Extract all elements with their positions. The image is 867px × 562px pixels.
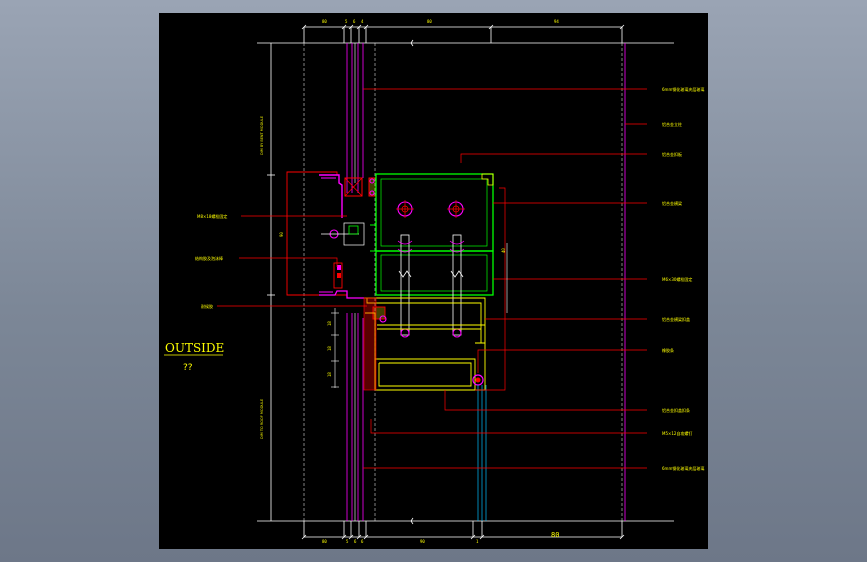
top-dimension-chain (257, 26, 674, 538)
dim-left-frame: 90 (279, 232, 284, 237)
left-small-dims (331, 308, 339, 388)
callout-cover-plate: 铝合金扣板 (662, 151, 682, 157)
dim-bottom-4: 6 (361, 539, 364, 544)
callout-weather-sealant: 耐候胶 (201, 303, 213, 309)
dim-top-2: 5 (345, 19, 348, 24)
outside-label: OUTSIDE (165, 341, 224, 355)
edge-seal (363, 297, 377, 391)
anchor-bolt (321, 222, 365, 246)
dim-bottom-3: 6 (354, 539, 357, 544)
dim-left-2: 18 (327, 346, 332, 351)
dim-bottom-6: 1 (476, 539, 479, 544)
screw-bosses (396, 200, 465, 218)
left-vertical-dimension (267, 43, 275, 521)
callout-structural-sealant: 结构胶及泡沫棒 (195, 255, 223, 261)
drain-lines (477, 385, 487, 521)
dim-bottom-5: 90 (420, 539, 425, 544)
right-callouts: 6mm钢化玻璃夹层玻璃 铝合金立柱 铝合金扣板 铝合金横梁 M6×30螺栓固定 … (662, 86, 704, 471)
outside-sublabel: ?? (183, 363, 193, 373)
callout-m8-bolt: M8×18螺栓固定 (197, 213, 227, 219)
callout-glass-bottom: 6mm钢化玻璃夹层玻璃 (662, 465, 704, 471)
callout-cap-strip: 铝合金扣盖扣条 (662, 407, 690, 413)
dim-top-4: 4 (361, 19, 364, 24)
mullion-bolts (397, 234, 465, 338)
dim-right-vertical: 40 (501, 248, 506, 253)
cad-viewport[interactable]: 80 5 6 4 80 94 80 5 6 6 90 1 80 DIM BY B… (159, 13, 708, 549)
aluminum-mullion (370, 173, 494, 296)
dim-bottom-2: 5 (346, 539, 349, 544)
callout-bolt: M6×30螺栓固定 (662, 276, 692, 282)
dim-top-5: 80 (427, 19, 432, 24)
callout-leaders (363, 88, 647, 469)
callout-screw: M5×12自攻螺钉 (662, 430, 692, 436)
dim-top-3: 6 (353, 19, 356, 24)
callout-rubber: 橡胶条 (662, 347, 674, 353)
dim-top-1: 80 (322, 19, 327, 24)
gasket-core (475, 377, 481, 383)
top-dimension-values: 80 5 6 4 80 94 (322, 19, 559, 24)
callout-mullion: 铝合金立柱 (662, 121, 682, 127)
dim-left-1: 18 (327, 321, 332, 326)
dim-top-6: 94 (554, 19, 559, 24)
dim-left-3: 18 (327, 372, 332, 377)
curtain-wall-section-drawing: 80 5 6 4 80 94 80 5 6 6 90 1 80 DIM BY B… (164, 19, 704, 544)
left-callout-leaders (217, 215, 367, 307)
callout-transom-cap: 铝合金横梁扣盖 (662, 316, 690, 322)
vertical-note-bottom: DIM TO ROOF MODULE (260, 399, 264, 439)
callout-glass-top: 6mm钢化玻璃夹层玻璃 (662, 86, 704, 92)
upper-clamp (319, 174, 377, 218)
callout-transom: 铝合金横梁 (662, 200, 682, 206)
dim-bottom-7: 80 (551, 531, 559, 539)
vertical-note-top: DIM BY BENT MODULE (260, 116, 264, 155)
dim-bottom-1: 80 (322, 539, 327, 544)
left-callouts: M8×18螺栓固定 结构胶及泡沫棒 耐候胶 (195, 213, 227, 309)
bottom-dimension-values: 80 5 6 6 90 1 80 (322, 531, 559, 544)
